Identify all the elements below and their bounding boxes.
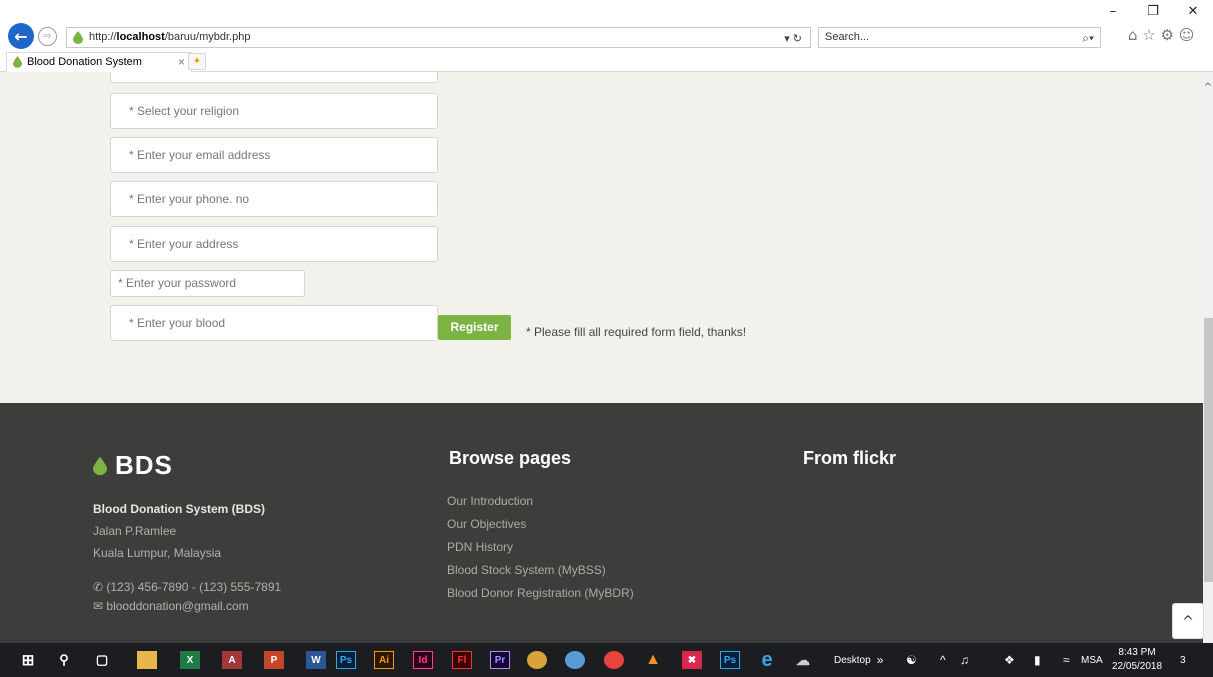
tab-strip: Blood Donation System × ✦ <box>0 52 1213 72</box>
minimize-button[interactable]: – <box>1093 0 1133 22</box>
blood-field[interactable]: * Enter your blood <box>110 305 438 341</box>
powerpoint-icon[interactable]: P <box>264 651 284 669</box>
dropbox-icon[interactable]: ❖ <box>1004 643 1015 677</box>
logo-text: BDS <box>115 450 173 480</box>
flickr-heading: From flickr <box>803 448 897 468</box>
chrome-icon[interactable] <box>604 651 624 669</box>
vlc-icon[interactable]: ▲ <box>643 651 663 669</box>
blood-drop-icon <box>93 456 107 475</box>
windows-taskbar: ⊞ ⚲ ▢ X A P W Ps Ai Id Fl Pr ▲ ✖ Ps e ☁ … <box>0 643 1213 677</box>
footer-link[interactable]: PDN History <box>447 536 634 559</box>
wifi-icon[interactable]: ≈ <box>1063 643 1070 677</box>
previous-field[interactable] <box>110 72 438 83</box>
back-arrow-icon[interactable]: ← <box>8 23 34 49</box>
battery-icon[interactable]: ▮ <box>1034 643 1041 677</box>
footer-link[interactable]: Blood Stock System (MyBSS) <box>447 559 634 582</box>
chevron-right-icon: » <box>876 653 884 667</box>
email-text[interactable]: blooddonation@gmail.com <box>106 599 248 613</box>
refresh-icon[interactable]: ▾ ↻ <box>784 30 802 49</box>
search-input[interactable]: Search... ⌕▾ <box>818 27 1101 48</box>
access-icon[interactable]: A <box>222 651 242 669</box>
browse-pages-heading: Browse pages <box>449 448 572 468</box>
restore-button[interactable]: ❐ <box>1133 0 1173 22</box>
excel-icon[interactable]: X <box>180 651 200 669</box>
footer-link[interactable]: Our Objectives <box>447 513 634 536</box>
flash-icon[interactable]: Fl <box>452 651 472 669</box>
url-host: localhost <box>116 31 165 43</box>
system-clock[interactable]: 8:43 PM 22/05/2018 <box>1112 646 1162 674</box>
premiere-icon[interactable]: Pr <box>490 651 510 669</box>
contact-info: Blood Donation System (BDS) Jalan P.Raml… <box>93 498 281 616</box>
notification-count: 3 <box>1180 654 1186 666</box>
chevron-up-icon[interactable]: ^ <box>1203 82 1213 93</box>
people-icon[interactable]: ☯ <box>906 643 917 677</box>
search-placeholder: Search... <box>825 31 870 43</box>
phone-field[interactable]: * Enter your phone. no <box>110 181 438 217</box>
file-explorer-icon[interactable] <box>137 651 157 669</box>
desktop-label: Desktop <box>834 654 871 666</box>
chevron-up-icon[interactable]: ^ <box>940 643 946 677</box>
org-name: Blood Donation System (BDS) <box>93 502 266 516</box>
phone-icon: ✆ <box>93 580 107 594</box>
illustrator-icon[interactable]: Ai <box>374 651 394 669</box>
tab-close-icon[interactable]: × <box>178 53 185 71</box>
registration-form: * Select your religion * Enter your emai… <box>0 72 1203 403</box>
search-icon[interactable]: ⚲ <box>54 651 74 669</box>
window-controls: – ❐ ✕ <box>1093 0 1213 22</box>
bds-logo[interactable]: BDS <box>93 450 173 481</box>
browse-pages-list: Our Introduction Our Objectives PDN Hist… <box>447 490 634 605</box>
footer-link[interactable]: Blood Donor Registration (MyBDR) <box>447 582 634 605</box>
browser-address-row: ← ⇨ http://localhost/baruu/mybdr.php ▾ ↻… <box>0 22 1213 52</box>
word-icon[interactable]: W <box>306 651 326 669</box>
register-button[interactable]: Register <box>438 315 511 340</box>
tab-blood-donation-system[interactable]: Blood Donation System × <box>6 52 192 72</box>
scrollbar-thumb[interactable] <box>1204 318 1213 582</box>
task-view-icon[interactable]: ▢ <box>92 651 112 669</box>
email-icon: ✉ <box>93 599 107 613</box>
new-tab-button[interactable]: ✦ <box>188 53 206 70</box>
app-icon[interactable] <box>565 651 585 669</box>
windows-start-icon[interactable]: ⊞ <box>18 651 38 669</box>
app-icon[interactable]: ✖ <box>682 651 702 669</box>
photoshop-icon[interactable]: Ps <box>720 651 740 669</box>
desktop-toolbar[interactable]: Desktop » <box>834 643 883 677</box>
password-field[interactable]: * Enter your password <box>110 270 305 297</box>
photoshop-icon[interactable]: Ps <box>336 651 356 669</box>
clock-date: 22/05/2018 <box>1112 661 1163 672</box>
required-note: * Please fill all required form field, t… <box>526 325 747 339</box>
search-icon[interactable]: ⌕▾ <box>1082 29 1094 48</box>
page-scrollbar[interactable]: ^ <box>1203 72 1213 643</box>
footer-link[interactable]: Our Introduction <box>447 490 634 513</box>
site-footer: BDS Blood Donation System (BDS) Jalan P.… <box>0 403 1203 643</box>
browser-toolbar-icons[interactable]: ⌂ ☆ ⚙ ☺ <box>1128 26 1194 44</box>
blood-drop-icon <box>13 56 22 68</box>
religion-select[interactable]: * Select your religion <box>110 93 438 129</box>
blood-drop-icon <box>73 31 83 44</box>
phone-text: (123) 456-7890 - (123) 555-7891 <box>106 580 282 594</box>
app-icon[interactable]: ☁ <box>792 651 814 669</box>
app-icon[interactable] <box>527 651 547 669</box>
address-line: Jalan P.Ramlee <box>93 524 177 538</box>
volume-icon[interactable]: ♫ <box>960 643 969 677</box>
url-path: /baruu/mybdr.php <box>164 31 251 43</box>
tab-title: Blood Donation System <box>27 56 142 68</box>
back-to-top-button[interactable]: ^ <box>1172 603 1204 639</box>
clock-time: 8:43 PM <box>1118 647 1156 658</box>
close-button[interactable]: ✕ <box>1173 0 1213 22</box>
forward-arrow-icon[interactable]: ⇨ <box>38 27 57 46</box>
address-line: Kuala Lumpur, Malaysia <box>93 546 222 560</box>
address-bar[interactable]: http://localhost/baruu/mybdr.php ▾ ↻ <box>66 27 811 48</box>
email-field[interactable]: * Enter your email address <box>110 137 438 173</box>
internet-explorer-icon[interactable]: e <box>756 649 778 671</box>
language-indicator[interactable]: MSA <box>1081 643 1103 677</box>
indesign-icon[interactable]: Id <box>413 651 433 669</box>
url-prefix: http:// <box>89 31 117 43</box>
address-field[interactable]: * Enter your address <box>110 226 438 262</box>
notifications-icon[interactable]: 3 <box>1180 643 1186 677</box>
